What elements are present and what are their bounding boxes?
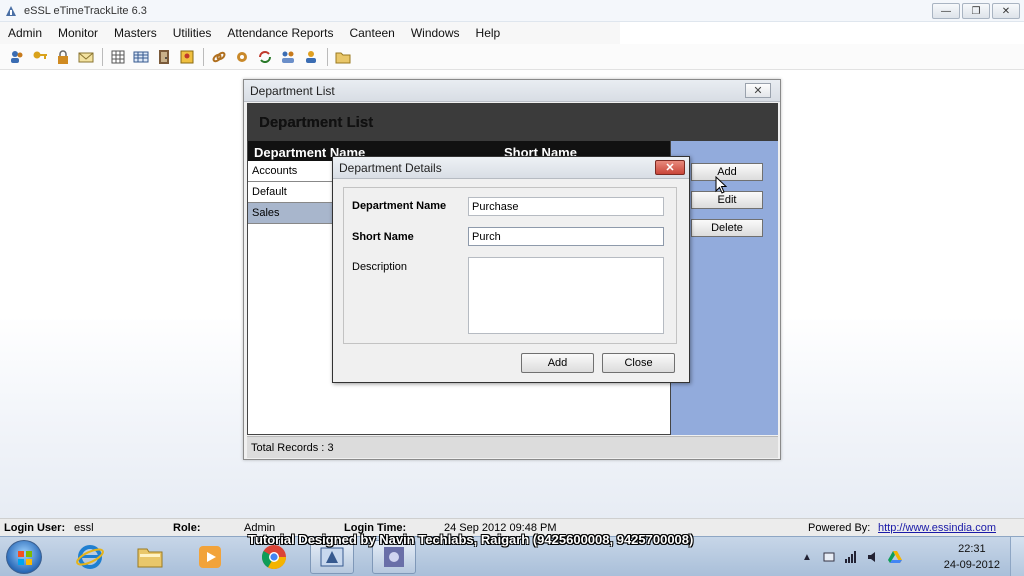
badge-icon[interactable] [178,48,196,66]
menu-windows[interactable]: Windows [403,22,468,44]
restore-icon: ❐ [971,5,981,17]
department-list-close-button[interactable]: ✕ [745,83,771,98]
link-icon[interactable] [210,48,228,66]
menu-canteen[interactable]: Canteen [341,22,402,44]
department-list-heading: Department List [259,114,374,131]
clock[interactable]: 22:31 24-09-2012 [944,541,1000,573]
toolbar-separator [327,47,328,66]
department-details-caption-text: Department Details [339,160,442,175]
chrome-icon [261,545,286,570]
edit-button[interactable]: Edit [691,191,763,209]
table-row[interactable]: Sales [248,203,334,224]
title-bar: eSSL eTimeTrackLite 6.3 — ❐ ✕ [0,0,1024,22]
department-list-caption: Department List ✕ [244,80,780,102]
mail-icon[interactable] [77,48,95,66]
volume-icon[interactable] [865,549,881,565]
group-icon[interactable] [302,48,320,66]
app-icon [4,4,18,18]
show-desktop-button[interactable] [1010,537,1024,576]
restore-button[interactable]: ❐ [962,3,990,19]
total-records-count: 3 [327,442,334,454]
department-name-field[interactable] [468,197,664,216]
close-icon: ✕ [1001,5,1011,17]
network-icon [384,547,404,567]
short-name-field[interactable] [468,227,664,246]
menu-utilities[interactable]: Utilities [165,22,220,44]
description-label: Description [352,261,408,273]
lock-icon[interactable] [54,48,72,66]
dialog-close-button[interactable]: Close [602,353,675,373]
menu-monitor[interactable]: Monitor [50,22,106,44]
sync-icon[interactable] [256,48,274,66]
department-name-label: Department Name [352,200,447,212]
menu-attendance-reports[interactable]: Attendance Reports [219,22,341,44]
total-records-label: Total Records : [251,442,325,454]
table-row[interactable]: Default [248,182,334,203]
add-button[interactable]: Add [691,163,763,181]
department-details-caption: Department Details ✕ [333,157,689,179]
tutorial-watermark: Tutorial Designed by Navin Techlabs, Rai… [248,532,694,547]
grid-icon[interactable] [109,48,127,66]
toolbar-separator [102,47,103,66]
close-icon: ✕ [665,162,675,174]
taskbar-file-explorer[interactable] [128,540,172,574]
close-icon: ✕ [753,85,763,97]
start-button[interactable] [6,540,42,574]
window-controls: — ❐ ✕ [932,3,1020,19]
description-field[interactable] [468,257,664,334]
media-player-icon [199,546,221,568]
menu-help[interactable]: Help [468,22,509,44]
toolbar-separator [203,47,204,66]
department-details-close-button[interactable]: ✕ [655,160,685,175]
delete-button[interactable]: Delete [691,219,763,237]
powered-by-link[interactable]: http://www.essindia.com [878,522,996,534]
role-label: Role: [173,522,201,534]
show-hidden-icons-icon[interactable]: ▲ [799,549,815,565]
key-icon[interactable] [31,48,49,66]
minimize-icon: — [941,5,951,17]
minimize-button[interactable]: — [932,3,960,19]
table-row[interactable]: Accounts [248,161,334,182]
action-center-icon[interactable] [821,549,837,565]
close-window-button[interactable]: ✕ [992,3,1020,19]
users-icon[interactable] [8,48,26,66]
toolbar [0,44,1024,70]
windows-logo-icon [18,551,32,565]
menu-admin[interactable]: Admin [0,22,50,44]
login-user-value: essl [74,522,94,534]
details-form: Department Name Short Name Description [343,187,677,344]
system-tray: ▲ [796,537,906,576]
network-status-icon[interactable] [843,549,859,565]
people-icon[interactable] [279,48,297,66]
login-user-label: Login User: [4,522,66,534]
google-drive-icon[interactable] [887,549,903,565]
menu-bar: Admin Monitor Masters Utilities Attendan… [0,22,620,44]
department-details-dialog: Department Details ✕ Department Name Sho… [332,156,690,383]
clock-date: 24-09-2012 [943,559,1000,571]
etimetrack-icon [320,547,344,567]
short-name-label: Short Name [352,231,414,243]
file-explorer-icon [137,548,163,568]
taskbar-internet-explorer[interactable] [68,540,112,574]
menu-masters[interactable]: Masters [106,22,165,44]
window-title: eSSL eTimeTrackLite 6.3 [24,4,147,17]
table-icon[interactable] [132,48,150,66]
department-list-caption-text: Department List [250,83,335,98]
door-icon[interactable] [155,48,173,66]
department-list-header: Department List [247,103,778,141]
powered-by-label: Powered By: [808,522,871,534]
folder-icon[interactable] [334,48,352,66]
mouse-cursor-icon [715,176,727,194]
taskbar-media-player[interactable] [188,540,232,574]
clock-time: 22:31 [958,543,986,555]
internet-explorer-icon [76,545,104,569]
dialog-add-button[interactable]: Add [521,353,594,373]
records-status: Total Records : 3 [247,436,778,458]
settings-icon[interactable] [233,48,251,66]
